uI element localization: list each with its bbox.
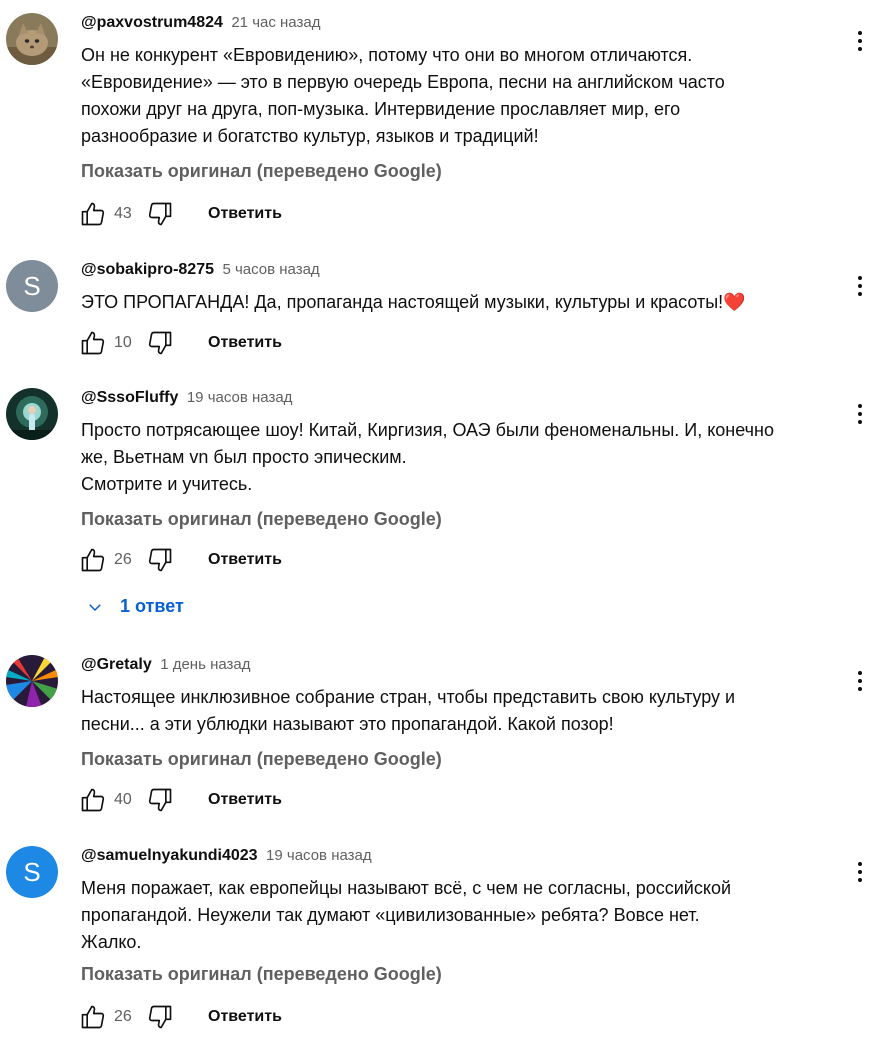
author-name[interactable]: @sobakipro-8275 — [81, 261, 214, 278]
chevron-down-icon — [89, 603, 101, 611]
like-count: 10 — [114, 334, 132, 351]
dislike-icon[interactable] — [146, 786, 174, 814]
comment-header: @samuelnyakundi4023 19 часов назад — [81, 846, 372, 866]
comment-line: похожи друг на друга, поп-музыка. Интерв… — [81, 99, 681, 119]
avatar-letter: S — [23, 856, 41, 887]
comment-line: ЭТО ПРОПАГАНДА! Да, пропаганда настоящей… — [81, 292, 746, 312]
author-name[interactable]: @SssoFluffy — [81, 389, 178, 406]
author-name[interactable]: @paxvostrum4824 — [81, 14, 223, 31]
avatar[interactable] — [6, 655, 58, 707]
dislike-icon[interactable] — [146, 200, 174, 228]
comment-time[interactable]: 5 часов назад — [222, 261, 319, 278]
abstract-avatar-image — [6, 655, 58, 707]
comment-text: Просто потрясающее шоу! Китай, Киргизия,… — [81, 417, 831, 498]
reply-button[interactable]: Ответить — [208, 791, 282, 809]
like-count: 26 — [114, 551, 132, 568]
comment-actions: 40 Ответить — [79, 786, 282, 814]
comment-line: разнообразие и богатство культур, языков… — [81, 126, 539, 146]
like-count: 40 — [114, 791, 132, 808]
like-icon[interactable] — [79, 546, 107, 574]
comment-text: Меня поражает, как европейцы называют вс… — [81, 875, 831, 956]
comment-actions: 43 Ответить — [79, 200, 282, 228]
dislike-icon[interactable] — [146, 546, 174, 574]
comment-text: ЭТО ПРОПАГАНДА! Да, пропаганда настоящей… — [81, 289, 831, 316]
comment-line: Жалко. — [81, 932, 142, 952]
comment-header: @Gretaly 1 день назад — [81, 655, 251, 675]
comment-text: Он не конкурент «Евровидению», потому чт… — [81, 42, 831, 150]
like-icon[interactable] — [79, 786, 107, 814]
reply-button[interactable]: Ответить — [208, 551, 282, 569]
reply-button[interactable]: Ответить — [208, 205, 282, 223]
comment-actions: 26 Ответить — [79, 1003, 282, 1031]
comment-text: Настоящее инклюзивное собрание стран, чт… — [81, 684, 831, 738]
comment-actions: 10 Ответить — [79, 329, 282, 357]
replies-toggle-button[interactable]: 1 ответ — [86, 596, 184, 617]
comment-header: @sobakipro-8275 5 часов назад — [81, 260, 320, 280]
more-vert-icon[interactable] — [848, 27, 872, 55]
avatar[interactable]: S — [6, 260, 58, 312]
show-original-link[interactable]: Показать оригинал (переведено Google) — [81, 161, 442, 182]
show-original-link[interactable]: Показать оригинал (переведено Google) — [81, 509, 442, 530]
comment-time[interactable]: 19 часов назад — [187, 389, 293, 406]
author-name[interactable]: @Gretaly — [81, 656, 152, 673]
avatar-letter: S — [23, 270, 41, 301]
comment-line: песни... а эти ублюдки называют это проп… — [81, 714, 614, 734]
reply-button[interactable]: Ответить — [208, 334, 282, 352]
comment-time[interactable]: 1 день назад — [160, 656, 250, 673]
cat-avatar-image — [6, 13, 58, 65]
comment-line: пропагандой. Неужели так думают «цивилиз… — [81, 905, 700, 925]
like-count: 43 — [114, 205, 132, 222]
more-vert-icon[interactable] — [848, 667, 872, 695]
comment-line: же, Вьетнам vn был просто эпическим. — [81, 447, 407, 467]
comment-line: Смотрите и учитесь. — [81, 474, 253, 494]
avatar[interactable] — [6, 13, 58, 65]
like-icon[interactable] — [79, 200, 107, 228]
more-vert-icon[interactable] — [848, 272, 872, 300]
dislike-icon[interactable] — [146, 1003, 174, 1031]
like-icon[interactable] — [79, 329, 107, 357]
more-vert-icon[interactable] — [848, 400, 872, 428]
fairy-avatar-image — [6, 388, 58, 440]
comment-line: Меня поражает, как европейцы называют вс… — [81, 878, 732, 898]
comment-time[interactable]: 21 час назад — [231, 14, 320, 31]
show-original-link[interactable]: Показать оригинал (переведено Google) — [81, 964, 442, 985]
comment-time[interactable]: 19 часов назад — [266, 847, 372, 864]
dislike-icon[interactable] — [146, 329, 174, 357]
more-vert-icon[interactable] — [848, 858, 872, 886]
reply-button[interactable]: Ответить — [208, 1008, 282, 1026]
comment-header: @paxvostrum4824 21 час назад — [81, 13, 320, 33]
comment-line: Просто потрясающее шоу! Китай, Киргизия,… — [81, 420, 774, 440]
replies-count: 1 ответ — [120, 596, 184, 616]
avatar[interactable] — [6, 388, 58, 440]
comment-line: Он не конкурент «Евровидению», потому чт… — [81, 45, 693, 65]
comment-actions: 26 Ответить — [79, 546, 282, 574]
like-count: 26 — [114, 1008, 132, 1025]
avatar[interactable]: S — [6, 846, 58, 898]
comment-line: Настоящее инклюзивное собрание стран, чт… — [81, 687, 736, 707]
like-icon[interactable] — [79, 1003, 107, 1031]
comment-header: @SssoFluffy 19 часов назад — [81, 388, 292, 408]
comment-line: «Евровидение» — это в первую очередь Евр… — [81, 72, 725, 92]
show-original-link[interactable]: Показать оригинал (переведено Google) — [81, 749, 442, 770]
author-name[interactable]: @samuelnyakundi4023 — [81, 847, 258, 864]
